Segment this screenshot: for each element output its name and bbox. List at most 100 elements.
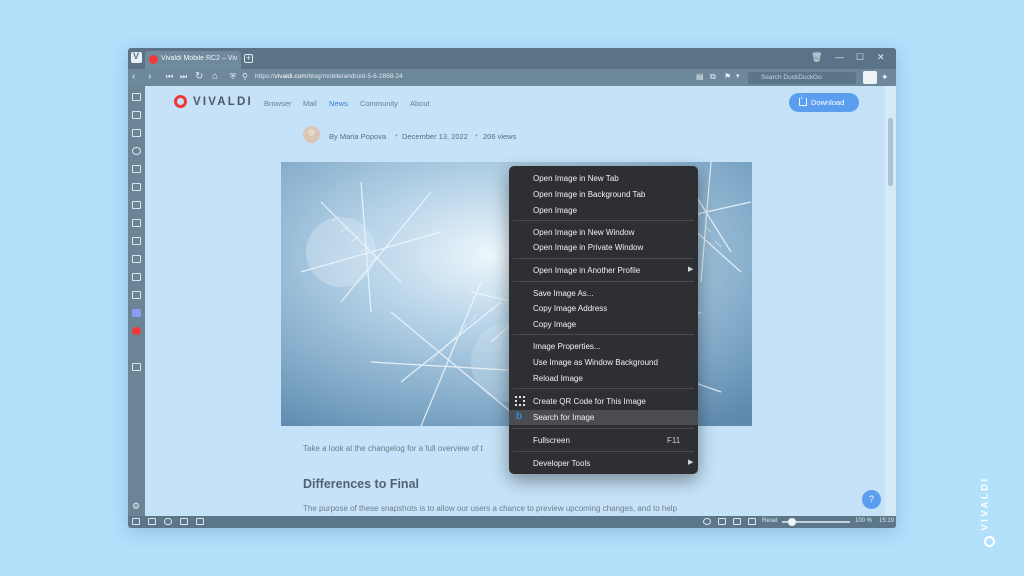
chevron-down-icon[interactable]: ▾ — [736, 71, 740, 83]
help-button[interactable]: ? — [862, 490, 881, 509]
tab-active[interactable]: Vivaldi Mobile RC2 – Vivaldi — [145, 51, 241, 69]
contacts-panel-icon[interactable] — [132, 291, 141, 299]
search-input[interactable]: Search DuckDuckGo — [748, 72, 856, 84]
author-name[interactable]: By Maria Popova — [329, 132, 386, 141]
url-field[interactable]: https://vivaldi.com/blog/mobile/android-… — [255, 73, 403, 80]
menu-item-copy-image-address[interactable]: Copy Image Address — [509, 301, 698, 316]
menu-separator — [513, 258, 694, 259]
mail-panel-icon[interactable] — [132, 219, 141, 227]
reader-view-icon[interactable]: ▤ — [696, 71, 704, 83]
forward-icon[interactable]: › — [148, 71, 151, 83]
vivaldi-logo-icon — [984, 536, 995, 547]
new-tab-icon[interactable]: + — [244, 54, 253, 63]
address-bar: ‹ › ⏮ ⏭ ↻ ⌂ ⛨ ⚲ https://vivaldi.com/blog… — [128, 69, 896, 86]
tab-title: Vivaldi Mobile RC2 – Vivaldi — [161, 55, 237, 62]
vivaldi-panel-icon[interactable] — [132, 327, 141, 335]
window-panel-icon[interactable] — [132, 183, 141, 191]
menu-item-save-image-as[interactable]: Save Image As... — [509, 286, 698, 301]
clock-icon[interactable] — [703, 518, 711, 525]
vivaldi-favicon-icon — [149, 55, 158, 64]
menu-item-fullscreen[interactable]: Fullscreen F11 — [509, 433, 698, 448]
shortcut-label: F11 — [667, 436, 681, 445]
menu-item-open-another-profile[interactable]: Open Image in Another Profile ▶ — [509, 263, 698, 278]
mastodon-panel-icon[interactable] — [132, 309, 141, 317]
menu-item-developer-tools[interactable]: Developer Tools ▶ — [509, 456, 698, 471]
notes-panel-icon[interactable] — [132, 165, 141, 173]
menu-item-image-properties[interactable]: Image Properties... — [509, 339, 698, 354]
vivaldi-logo-icon[interactable] — [174, 95, 187, 108]
site-logo-text[interactable]: VIVALDI — [193, 96, 253, 108]
vivaldi-watermark: VIVALDI — [980, 476, 996, 550]
menu-item-use-as-window-background[interactable]: Use Image as Window Background — [509, 355, 698, 370]
menu-item-open-new-window[interactable]: Open Image in New Window — [509, 225, 698, 240]
downloads-panel-icon[interactable] — [132, 129, 141, 137]
extension-icon[interactable] — [863, 71, 877, 84]
bing-icon: b — [516, 411, 523, 422]
bookmark-icon[interactable]: ⚑ — [724, 71, 731, 83]
image-toggle-icon[interactable] — [180, 518, 188, 525]
maximize-icon[interactable]: ☐ — [856, 52, 864, 63]
menu-item-search-for-image[interactable]: b Search for Image — [509, 410, 698, 425]
zoom-slider-handle[interactable] — [788, 518, 796, 526]
url-path: /blog/mobile/android-5-6-2868-24 — [306, 73, 403, 80]
nav-link-news[interactable]: News — [329, 99, 348, 108]
zoom-reset[interactable]: Reset — [762, 518, 778, 524]
nav-link-browser[interactable]: Browser — [264, 99, 292, 108]
web-panel-icon[interactable] — [132, 345, 141, 353]
download-button[interactable]: Download — [789, 93, 859, 112]
rewind-icon[interactable]: ⏮ — [166, 71, 173, 83]
add-panel-icon[interactable] — [132, 363, 141, 371]
menu-item-open-new-tab[interactable]: Open Image in New Tab — [509, 171, 698, 186]
nav-link-about[interactable]: About — [410, 99, 430, 108]
keyboard-icon[interactable] — [196, 518, 204, 525]
panel-toggle-icon[interactable] — [132, 518, 140, 525]
reading-list-icon[interactable] — [132, 111, 141, 119]
page-actions-icon[interactable] — [718, 518, 726, 525]
home-icon[interactable]: ⌂ — [212, 71, 218, 83]
menu-item-copy-image[interactable]: Copy Image — [509, 317, 698, 332]
menu-separator — [513, 451, 694, 452]
article-paragraph: Take a look at the changelog for a full … — [303, 444, 483, 453]
menu-item-open-private-window[interactable]: Open Image in Private Window — [509, 240, 698, 255]
settings-gear-icon[interactable]: ⚙ — [132, 502, 140, 511]
tasks-panel-icon[interactable] — [132, 255, 141, 263]
calendar-panel-icon[interactable] — [132, 237, 141, 245]
image-icon[interactable] — [733, 518, 741, 525]
puzzle-icon[interactable]: ✦ — [881, 72, 889, 83]
submenu-arrow-icon: ▶ — [688, 266, 694, 273]
translate-panel-icon[interactable] — [132, 201, 141, 209]
clock-time: 15:19 — [879, 518, 895, 524]
minimize-icon[interactable]: — — [835, 52, 844, 62]
menu-item-reload-image[interactable]: Reload Image — [509, 371, 698, 386]
vivaldi-menu-icon[interactable] — [131, 51, 142, 63]
sync-cloud-icon[interactable] — [164, 518, 172, 525]
nav-link-mail[interactable]: Mail — [303, 99, 317, 108]
tab-bar: Vivaldi Mobile RC2 – Vivaldi + 🗑 — ☐ ✕ — [128, 48, 896, 69]
url-domain: vivaldi.com — [274, 73, 307, 80]
shield-icon[interactable]: ⛨ — [230, 71, 236, 83]
tile-icon[interactable] — [148, 518, 156, 525]
trash-icon[interactable]: 🗑 — [811, 52, 822, 63]
menu-separator — [513, 220, 694, 221]
capture-icon[interactable]: ⧉ — [710, 71, 716, 83]
separator-dot: • — [475, 131, 478, 140]
window-icon[interactable] — [748, 518, 756, 525]
site-header: VIVALDI Browser Mail News Community Abou… — [145, 86, 885, 119]
menu-separator — [513, 428, 694, 429]
back-icon[interactable]: ‹ — [132, 71, 135, 83]
menu-separator — [513, 334, 694, 335]
scrollbar-thumb[interactable] — [888, 118, 893, 186]
menu-item-open-image[interactable]: Open Image — [509, 203, 698, 218]
side-panel: ⚙ — [128, 86, 145, 516]
fast-forward-icon[interactable]: ⏭ — [180, 71, 187, 83]
bookmarks-panel-icon[interactable] — [132, 93, 141, 101]
search-icon: ⚲ — [242, 72, 248, 81]
menu-item-create-qr-code[interactable]: Create QR Code for This Image — [509, 394, 698, 409]
history-panel-icon[interactable] — [132, 147, 141, 155]
close-icon[interactable]: ✕ — [877, 52, 885, 63]
reload-icon[interactable]: ↻ — [195, 71, 203, 83]
article-views: 206 views — [483, 132, 517, 141]
feeds-panel-icon[interactable] — [132, 273, 141, 281]
nav-link-community[interactable]: Community — [360, 99, 398, 108]
menu-item-open-background-tab[interactable]: Open Image in Background Tab — [509, 187, 698, 202]
